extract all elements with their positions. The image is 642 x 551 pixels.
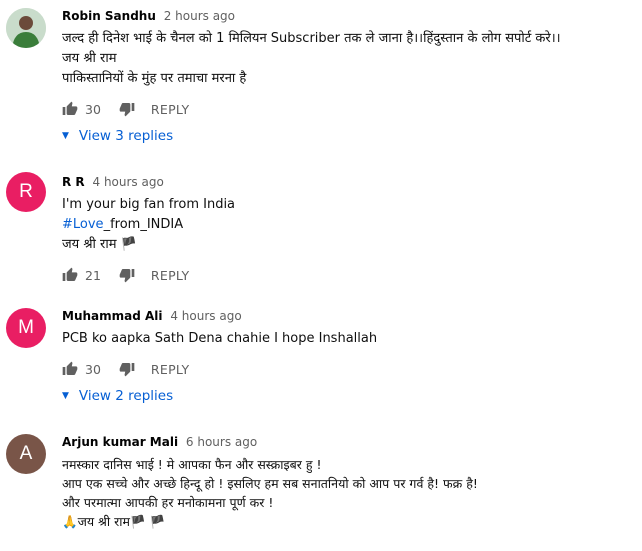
comment-line: 🙏जय श्री राम🏴 🏴: [62, 514, 166, 529]
comment-line: आप एक सच्चे और अच्छे हिन्दू हो ! इसलिए ह…: [62, 476, 478, 491]
avatar[interactable]: M: [6, 308, 46, 348]
reply-button[interactable]: REPLY: [151, 102, 190, 117]
comment-text: PCB ko aapka Sath Dena chahie I hope Ins…: [62, 329, 377, 349]
thumbs-down-icon[interactable]: [119, 361, 135, 377]
thumbs-down-icon[interactable]: [119, 267, 135, 283]
comment-line: जल्द ही दिनेश भाई के चैनल को 1 मिलियन Su…: [62, 31, 561, 46]
view-replies-label: View 3 replies: [78, 128, 174, 144]
timestamp[interactable]: 2 hours ago: [164, 9, 235, 23]
comment-line: पाकिस्तानियों के मुंह पर तमाचा मरना है: [62, 71, 247, 86]
like-count: 21: [85, 267, 101, 283]
timestamp[interactable]: 6 hours ago: [186, 435, 257, 449]
like-count: 30: [85, 361, 101, 377]
author-name[interactable]: Robin Sandhu: [62, 9, 156, 23]
thumbs-up-icon[interactable]: [62, 361, 78, 377]
comment-text: नमस्कार दानिस भाई ! मे आपका फैन और सस्क्…: [62, 455, 478, 531]
profile-photo-icon: [6, 8, 46, 48]
comment-actions: 30 REPLY: [62, 101, 189, 117]
avatar[interactable]: A: [6, 434, 46, 474]
view-replies-button[interactable]: ▼ View 2 replies: [62, 388, 173, 404]
reply-button[interactable]: REPLY: [151, 268, 190, 283]
comment-header: Muhammad Ali 4 hours ago: [62, 309, 242, 323]
reply-button[interactable]: REPLY: [151, 362, 190, 377]
comment-line: नमस्कार दानिस भाई ! मे आपका फैन और सस्क्…: [62, 457, 322, 472]
thumbs-up-icon[interactable]: [62, 267, 78, 283]
avatar-letter: M: [18, 317, 34, 338]
avatar[interactable]: R: [6, 172, 46, 212]
avatar-letter: R: [19, 181, 33, 202]
comment-header: Arjun kumar Mali 6 hours ago: [62, 435, 257, 449]
comment-text: जल्द ही दिनेश भाई के चैनल को 1 मिलियन Su…: [62, 29, 561, 89]
comment-header: R R 4 hours ago: [62, 175, 164, 189]
timestamp[interactable]: 4 hours ago: [170, 309, 241, 323]
like-count: 30: [85, 101, 101, 117]
author-name[interactable]: Muhammad Ali: [62, 309, 163, 323]
avatar-letter: A: [19, 443, 33, 464]
comment-text: I'm your big fan from India #Love_from_I…: [62, 195, 235, 255]
comment-actions: 21 REPLY: [62, 267, 189, 283]
hashtag-link[interactable]: #Love: [62, 217, 104, 232]
timestamp[interactable]: 4 hours ago: [93, 175, 164, 189]
comment-line: I'm your big fan from India: [62, 197, 236, 212]
comment-line: #Love_from_INDIA: [62, 215, 235, 235]
comment-line: PCB ko aapka Sath Dena chahie I hope Ins…: [62, 331, 378, 346]
author-name[interactable]: Arjun kumar Mali: [62, 435, 178, 449]
thumbs-up-icon[interactable]: [62, 101, 78, 117]
thumbs-down-icon[interactable]: [119, 101, 135, 117]
comment-header: Robin Sandhu 2 hours ago: [62, 9, 235, 23]
comment-line: जय श्री राम 🏴: [62, 237, 137, 252]
caret-down-icon: ▼: [62, 131, 69, 141]
author-name[interactable]: R R: [62, 175, 85, 189]
caret-down-icon: ▼: [62, 391, 69, 401]
view-replies-label: View 2 replies: [78, 388, 174, 404]
hashtag-suffix: _from_INDIA: [103, 217, 184, 232]
avatar[interactable]: [6, 8, 46, 48]
view-replies-button[interactable]: ▼ View 3 replies: [62, 128, 173, 144]
comment-line: और परमात्मा आपकी हर मनोकामना पूर्ण कर !: [62, 495, 274, 510]
comment-actions: 30 REPLY: [62, 361, 189, 377]
comment-line: जय श्री राम: [62, 51, 117, 66]
